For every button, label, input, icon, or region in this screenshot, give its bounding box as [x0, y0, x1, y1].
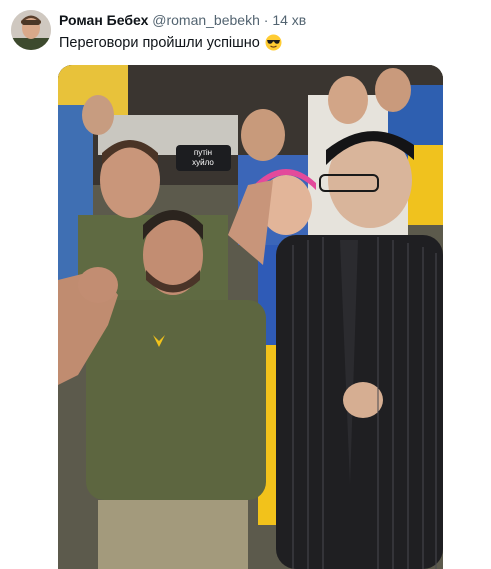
tweet-header: Роман Бебех @roman_bebekh · 14 хв — [59, 12, 306, 28]
author-handle[interactable]: @roman_bebekh — [152, 12, 260, 28]
sunglasses-emoji-icon — [265, 34, 282, 51]
tweet-timestamp[interactable]: 14 хв — [272, 12, 306, 28]
tweet-text: Переговори пройшли успішно — [59, 34, 282, 51]
author-name[interactable]: Роман Бебех — [59, 12, 148, 28]
sign-text-line1: путін — [194, 148, 212, 157]
sign-text-line2: хуйло — [192, 158, 214, 167]
author-avatar[interactable] — [11, 10, 51, 50]
tweet: Роман Бебех @roman_bebekh · 14 хв Перего… — [0, 0, 491, 569]
separator-dot: · — [263, 12, 269, 28]
tweet-photo[interactable]: путін хуйло — [58, 65, 443, 569]
tweet-body: Переговори пройшли успішно — [59, 34, 260, 51]
